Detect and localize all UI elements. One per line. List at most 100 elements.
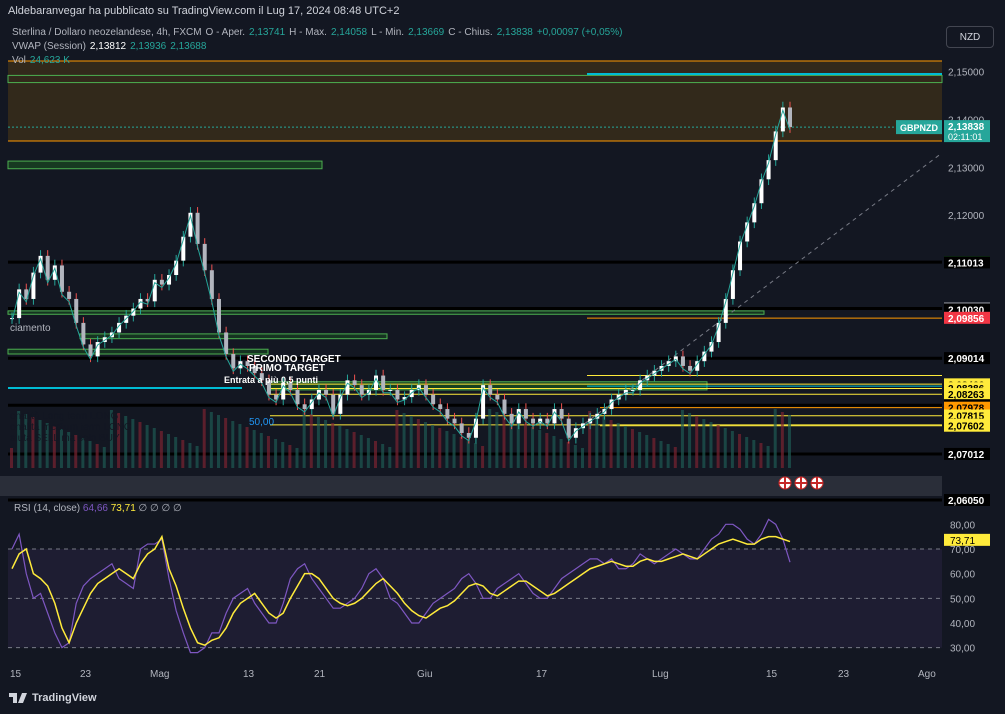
volume-bar bbox=[216, 415, 220, 468]
change-value: +0,00097 (+0,05%) bbox=[536, 27, 623, 38]
volume-bar bbox=[423, 422, 427, 468]
candle-body bbox=[359, 385, 364, 395]
volume-bar bbox=[630, 429, 634, 468]
candle-body bbox=[488, 385, 493, 395]
volume-bar bbox=[788, 415, 791, 468]
volume-bar bbox=[652, 438, 656, 468]
volume-bar bbox=[202, 409, 206, 468]
high-value: 2,14058 bbox=[330, 27, 368, 38]
x-tick: 15 bbox=[10, 669, 22, 680]
candle-body bbox=[459, 423, 464, 433]
candle-body bbox=[523, 409, 528, 419]
volume-bar bbox=[566, 442, 570, 468]
vwap-line bbox=[11, 108, 791, 442]
candle-body bbox=[231, 354, 236, 369]
volume-bar bbox=[745, 437, 749, 468]
candle-body bbox=[74, 298, 79, 323]
volume-bar bbox=[495, 412, 499, 468]
currency-button[interactable]: NZD bbox=[946, 26, 994, 48]
x-tick: 13 bbox=[243, 669, 255, 680]
volume-bar bbox=[281, 442, 285, 468]
volume-bar bbox=[88, 441, 92, 468]
vwap-value-1: 2,13812 bbox=[89, 41, 127, 52]
candle-body bbox=[352, 380, 357, 386]
high-label: H - Max. bbox=[289, 27, 327, 38]
candle-body bbox=[502, 399, 507, 414]
volume-bar bbox=[195, 446, 199, 468]
volume-bar bbox=[381, 444, 385, 468]
volume-bar bbox=[366, 438, 370, 468]
x-tick: Mag bbox=[150, 669, 169, 680]
chart-canvas[interactable]: SECONDO TARGETPRIMO TARGETEntrata a più … bbox=[0, 0, 1005, 714]
volume-bar bbox=[709, 422, 713, 468]
volume-bar bbox=[466, 440, 470, 468]
volume-bar bbox=[131, 419, 135, 468]
volume-bar bbox=[302, 411, 306, 468]
close-value: 2,13838 bbox=[496, 27, 533, 38]
candle-body bbox=[388, 389, 393, 391]
volume-bar bbox=[274, 439, 278, 468]
volume-label[interactable]: Vol bbox=[12, 54, 26, 68]
candle-body bbox=[445, 409, 450, 419]
countdown-label: 02:11:01 bbox=[948, 132, 982, 142]
candle-body bbox=[302, 404, 307, 410]
demand-box-upper bbox=[7, 160, 323, 170]
candle-body bbox=[159, 279, 164, 285]
volume-bar bbox=[309, 414, 313, 468]
volume-bar bbox=[181, 440, 185, 468]
candle-body bbox=[688, 365, 693, 371]
volume-bar bbox=[395, 410, 399, 468]
annotation-sell-buy: aluta SELL ma solo BUY bbox=[10, 433, 120, 444]
volume-bar bbox=[773, 409, 777, 468]
volume-value: 24,623 K bbox=[29, 55, 70, 66]
volume-bar bbox=[288, 445, 292, 468]
candle-body bbox=[331, 394, 336, 414]
volume-bar bbox=[780, 412, 784, 468]
volume-bar bbox=[438, 428, 442, 468]
volume-bar bbox=[238, 424, 242, 468]
candle-body bbox=[295, 389, 300, 405]
volume-bar bbox=[388, 447, 392, 468]
price-label: 2,07602 bbox=[948, 422, 985, 433]
annotation-ritracciamento: ciamento bbox=[10, 323, 51, 334]
candle-body bbox=[224, 332, 229, 354]
volume-bar bbox=[752, 440, 756, 468]
price-tick: 2,12000 bbox=[948, 211, 985, 222]
vwap-value-2: 2,13936 bbox=[130, 41, 167, 52]
volume-bar bbox=[266, 436, 270, 468]
volume-bar bbox=[602, 417, 606, 468]
candle-body bbox=[423, 385, 428, 395]
volume-bar bbox=[316, 417, 320, 468]
brand-text: TradingView bbox=[32, 692, 97, 704]
annotation-medium-term: onalità medium term LONG bbox=[10, 422, 132, 433]
tradingview-logo[interactable]: TradingView bbox=[8, 692, 97, 704]
x-tick: Giu bbox=[417, 669, 433, 680]
rsi-tick: 40,00 bbox=[950, 619, 975, 630]
candle-body bbox=[381, 375, 386, 390]
volume-bar bbox=[167, 434, 171, 468]
volume-bar bbox=[523, 424, 527, 468]
price-label: 2,09014 bbox=[948, 354, 985, 365]
vwap-value-3: 2,13688 bbox=[170, 41, 207, 52]
volume-bar bbox=[409, 416, 413, 468]
close-label: C - Chius. bbox=[448, 27, 493, 38]
vwap-label[interactable]: VWAP (Session) bbox=[12, 40, 86, 54]
volume-bar bbox=[559, 439, 563, 468]
volume-bar bbox=[331, 423, 335, 468]
candle-body bbox=[566, 418, 571, 438]
volume-bar bbox=[188, 443, 192, 468]
volume-bar bbox=[345, 429, 349, 468]
volume-bar bbox=[95, 444, 99, 468]
symbol-title[interactable]: Sterlina / Dollaro neozelandese, 4h, FXC… bbox=[12, 26, 202, 40]
rsi-tail: ∅ ∅ ∅ ∅ bbox=[138, 503, 182, 514]
volume-bar bbox=[730, 431, 734, 468]
volume-bar bbox=[645, 435, 649, 468]
volume-bar bbox=[552, 436, 556, 468]
candle-body bbox=[88, 344, 93, 357]
volume-bar bbox=[723, 428, 727, 468]
volume-bar bbox=[445, 431, 449, 468]
volume-bar bbox=[609, 420, 613, 468]
volume-bar bbox=[716, 425, 720, 468]
rsi-label[interactable]: RSI (14, close) bbox=[14, 503, 80, 514]
volume-bar bbox=[245, 427, 249, 468]
